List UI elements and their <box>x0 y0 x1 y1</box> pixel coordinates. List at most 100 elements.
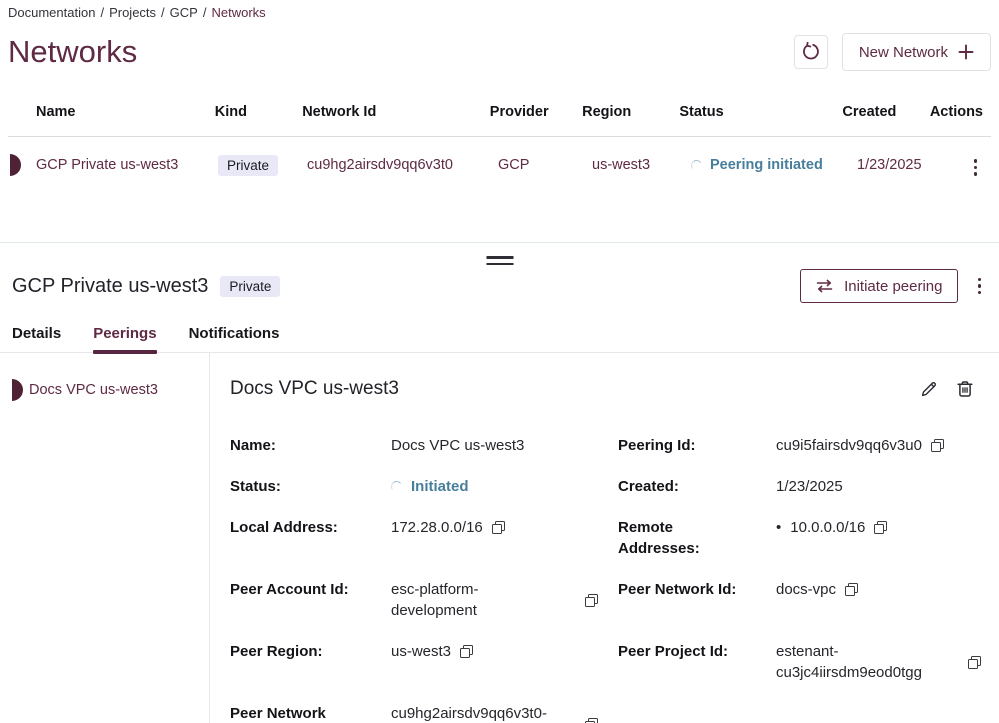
peering-detail-title: Docs VPC us-west3 <box>230 377 399 401</box>
breadcrumb-item-projects[interactable]: Projects <box>109 5 156 20</box>
copy-icon[interactable] <box>460 645 473 658</box>
field-value-peer-account-id: esc-platform-development <box>391 579 618 621</box>
status-spinner-icon <box>390 480 402 492</box>
cell-status: Peering initiated <box>691 157 857 173</box>
cell-network-id: cu9hg2airsdv9qq6v3t0 <box>307 157 498 173</box>
breadcrumb-item-networks: Networks <box>211 5 265 20</box>
panel-kebab-menu-icon[interactable] <box>972 274 988 299</box>
column-header-provider: Provider <box>490 104 582 120</box>
column-header-actions: Actions <box>930 104 991 120</box>
page-title: Networks <box>8 32 137 72</box>
panel-header: GCP Private us-west3 Private Initiate pe… <box>0 243 999 303</box>
peering-name-label: Docs VPC us-west3 <box>29 382 158 398</box>
field-value-peer-project-id: estenant-cu3jc4iirsdm9eod0tgg <box>776 641 991 683</box>
peering-detail: Docs VPC us-west3 <box>210 353 999 723</box>
panel-actions: Initiate peering <box>800 269 987 303</box>
initiate-peering-label: Initiate peering <box>844 278 942 295</box>
field-label-local-address: Local Address: <box>230 517 391 538</box>
network-detail-panel: GCP Private us-west3 Private Initiate pe… <box>0 242 999 723</box>
field-label-peering-id: Peering Id: <box>618 435 776 456</box>
field-value-local-address: 172.28.0.0/16 <box>391 517 618 538</box>
networks-table-header: Name Kind Network Id Provider Region Sta… <box>8 87 991 137</box>
field-value-peer-region: us-west3 <box>391 641 618 662</box>
copy-icon[interactable] <box>585 718 598 723</box>
column-header-name: Name <box>36 104 215 120</box>
column-header-kind: Kind <box>215 104 302 120</box>
status-text: Peering initiated <box>710 157 823 173</box>
column-header-status: Status <box>679 104 842 120</box>
field-value-peering-id: cu9i5fairsdv9qq6v3u0 <box>776 435 991 456</box>
new-network-button[interactable]: New Network <box>842 33 991 71</box>
edit-button[interactable] <box>917 377 941 401</box>
breadcrumb-separator: / <box>161 5 165 20</box>
column-header-region: Region <box>582 104 679 120</box>
status-text: Initiated <box>411 476 469 497</box>
copy-icon[interactable] <box>492 521 505 534</box>
row-kebab-menu-icon[interactable] <box>968 155 984 180</box>
panel-resize-handle[interactable] <box>484 254 515 267</box>
field-value-name: Docs VPC us-west3 <box>391 435 618 456</box>
cell-provider: GCP <box>498 157 592 173</box>
initiate-peering-button[interactable]: Initiate peering <box>800 269 957 303</box>
cell-created: 1/23/2025 <box>857 157 946 173</box>
panel-kind-badge: Private <box>220 276 280 297</box>
column-header-network-id: Network Id <box>302 104 490 120</box>
breadcrumb-item-documentation[interactable]: Documentation <box>8 5 95 20</box>
tab-details[interactable]: Details <box>12 315 61 352</box>
peerings-sidebar: Docs VPC us-west3 <box>0 353 210 723</box>
trash-icon <box>955 379 975 399</box>
cell-kind: Private <box>218 155 307 176</box>
field-label-peer-account-id: Peer Account Id: <box>230 579 391 600</box>
field-label-peer-network-name: Peer Network Name: <box>230 703 391 723</box>
new-network-label: New Network <box>859 44 948 61</box>
field-value-remote-addresses: •10.0.0.0/16 <box>776 517 991 538</box>
delete-button[interactable] <box>953 377 977 401</box>
cell-network-name[interactable]: GCP Private us-west3 <box>36 157 218 173</box>
peering-detail-header: Docs VPC us-west3 <box>230 377 991 401</box>
field-label-peer-project-id: Peer Project Id: <box>618 641 776 662</box>
field-label-remote-addresses: Remote Addresses: <box>618 517 776 559</box>
breadcrumb-item-gcp[interactable]: GCP <box>170 5 198 20</box>
field-label-status: Status: <box>230 476 391 497</box>
field-value-peer-network-name: cu9hg2airsdv9qq6v3t0-vpc <box>391 703 618 723</box>
detail-tabs: Details Peerings Notifications <box>0 315 999 353</box>
peerings-content: Docs VPC us-west3 Docs VPC us-west3 <box>0 353 999 723</box>
field-label-peer-region: Peer Region: <box>230 641 391 662</box>
pencil-icon <box>919 379 939 399</box>
field-value-peer-network-id: docs-vpc <box>776 579 991 600</box>
panel-title: GCP Private us-west3 <box>12 272 208 300</box>
sidebar-item-docs-vpc[interactable]: Docs VPC us-west3 <box>0 379 209 401</box>
field-value-status: Initiated <box>391 476 618 497</box>
network-marker-icon <box>10 154 21 176</box>
table-row[interactable]: GCP Private us-west3 Private cu9hg2airsd… <box>8 137 991 193</box>
peering-marker-icon <box>12 379 23 401</box>
tab-notifications[interactable]: Notifications <box>189 315 280 352</box>
copy-icon[interactable] <box>931 439 944 452</box>
refresh-button[interactable] <box>794 35 828 69</box>
cell-actions <box>946 151 991 180</box>
copy-icon[interactable] <box>968 656 981 669</box>
bullet-icon: • <box>776 517 781 538</box>
status-spinner-icon <box>690 159 702 171</box>
peering-detail-grid: Name: Docs VPC us-west3 Peering Id: cu9i… <box>230 435 991 723</box>
kind-badge: Private <box>218 155 278 176</box>
page-header: Networks New Network <box>8 31 991 73</box>
peering-detail-actions <box>917 377 991 401</box>
networks-table: Name Kind Network Id Provider Region Sta… <box>8 87 991 193</box>
cell-region: us-west3 <box>592 157 691 173</box>
breadcrumb: Documentation / Projects / GCP / Networks <box>8 5 991 21</box>
field-label-name: Name: <box>230 435 391 456</box>
copy-icon[interactable] <box>874 521 887 534</box>
tab-peerings[interactable]: Peerings <box>93 315 156 352</box>
column-header-created: Created <box>842 104 929 120</box>
copy-icon[interactable] <box>585 594 598 607</box>
top-section: Documentation / Projects / GCP / Networks Netw… <box>0 0 999 193</box>
field-value-created: 1/23/2025 <box>776 476 991 497</box>
copy-icon[interactable] <box>845 583 858 596</box>
refresh-icon <box>801 42 821 62</box>
field-label-peer-network-id: Peer Network Id: <box>618 579 776 600</box>
field-label-created: Created: <box>618 476 776 497</box>
breadcrumb-separator: / <box>100 5 104 20</box>
swap-arrows-icon <box>815 279 834 293</box>
breadcrumb-separator: / <box>203 5 207 20</box>
